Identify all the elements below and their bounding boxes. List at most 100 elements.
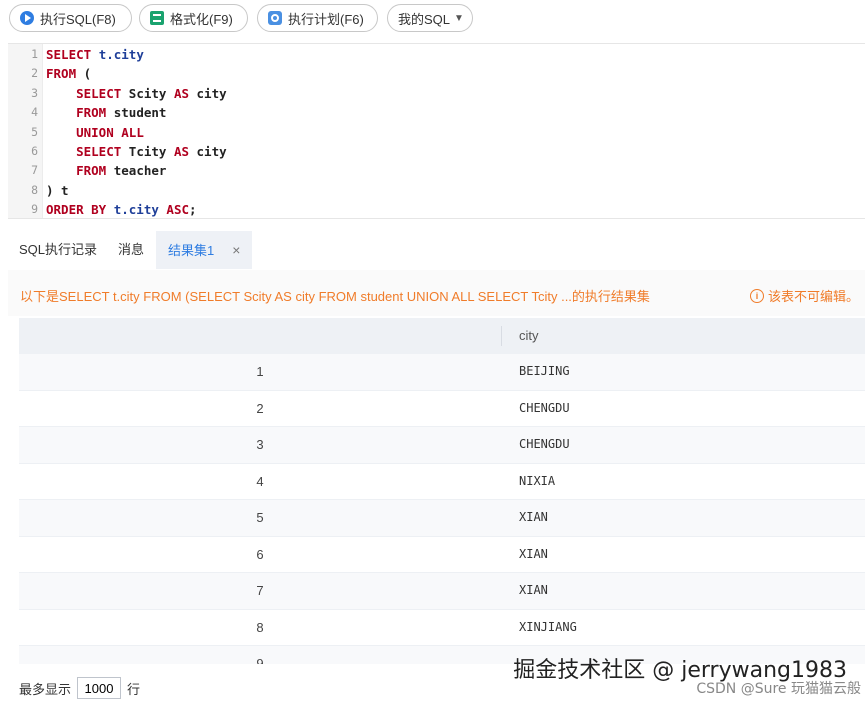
- code-token: FROM: [76, 105, 114, 121]
- code-token: city: [196, 85, 227, 101]
- code-token: SELECT: [76, 144, 129, 159]
- format-button[interactable]: 格式化(F9): [139, 4, 248, 32]
- row-number-cell: 3: [256, 437, 264, 452]
- code-line[interactable]: 8 ) t: [8, 181, 865, 200]
- tab-result-set-1[interactable]: 结果集1 ×: [156, 231, 253, 269]
- run-sql-button[interactable]: 执行SQL(F8): [9, 4, 132, 32]
- code-token: ) t: [46, 182, 69, 198]
- table-row[interactable]: 6 XIAN: [19, 537, 865, 573]
- code-text: ORDER BY t.city ASC;: [46, 200, 197, 219]
- line-number: 8: [31, 182, 38, 197]
- code-line[interactable]: 4 FROM student: [8, 103, 865, 122]
- city-cell[interactable]: XIAN: [519, 510, 548, 524]
- city-cell[interactable]: BEIJING: [519, 364, 570, 378]
- result-tabs: SQL执行记录 消息 结果集1 ×: [8, 231, 865, 269]
- line-number: 6: [31, 144, 38, 158]
- run-sql-label: 执行SQL(F8): [40, 11, 116, 27]
- readonly-text: 该表不可编辑。: [767, 289, 859, 304]
- code-token: ;: [189, 202, 197, 218]
- code-text: SELECT Scity AS city: [46, 84, 227, 103]
- code-token: ORDER BY: [46, 202, 114, 218]
- plan-icon: [268, 11, 282, 25]
- code-token: AS: [173, 144, 197, 159]
- code-text: FROM teacher: [46, 161, 166, 180]
- code-token: teacher: [113, 163, 167, 179]
- city-cell[interactable]: CHENGDU: [519, 437, 570, 451]
- table-row[interactable]: 3 CHENGDU: [19, 427, 865, 464]
- line-number: 5: [31, 124, 38, 139]
- city-cell[interactable]: NIXIA: [519, 474, 555, 488]
- city-cell[interactable]: XIAN: [519, 547, 548, 561]
- sql-editor[interactable]: 1 SELECT t.city 2 FROM (3 SELECT Scity AS c…: [8, 43, 865, 219]
- row-number-cell: 9: [256, 656, 264, 664]
- code-line[interactable]: 5 UNION ALL: [8, 123, 865, 142]
- row-number-cell: 7: [256, 583, 264, 598]
- row-number-cell: 2: [256, 400, 264, 416]
- code-line[interactable]: 7 FROM teacher: [8, 161, 865, 180]
- row-number-cell: 6: [256, 546, 264, 562]
- row-limit-bar: 最多显示 行: [19, 676, 140, 700]
- city-cell[interactable]: XINJIANG: [519, 620, 577, 634]
- result-grid[interactable]: city 1 BEIJING 2 CHENGDU 3 CHENGDU 4 NIXIA 5 XIAN…: [19, 318, 865, 664]
- row-number-cell: 4: [256, 473, 264, 489]
- explain-plan-label: 执行计划(F6): [288, 11, 364, 27]
- code-line[interactable]: 9 ORDER BY t.city ASC;: [8, 200, 865, 219]
- row-number-cell: 8: [256, 619, 264, 635]
- code-line[interactable]: 3 SELECT Scity AS city: [8, 84, 865, 103]
- code-text: ) t: [46, 181, 69, 200]
- readonly-notice: i 该表不可编辑。: [749, 286, 859, 305]
- code-line[interactable]: 6 SELECT Tcity AS city: [8, 142, 865, 161]
- format-label: 格式化(F9): [170, 11, 233, 27]
- watermark-sub: CSDN @Sure 玩猫猫云般: [696, 681, 861, 697]
- table-row[interactable]: 7 XIAN: [19, 573, 865, 610]
- format-icon: [150, 11, 164, 25]
- code-token: SELECT: [76, 85, 129, 101]
- table-row[interactable]: 8 XINJIANG: [19, 610, 865, 646]
- code-text: FROM (: [46, 64, 91, 83]
- close-icon[interactable]: ×: [232, 242, 240, 258]
- table-row[interactable]: 4 NIXIA: [19, 464, 865, 500]
- city-cell[interactable]: CHENGDU: [519, 401, 570, 415]
- row-limit-prefix: 最多显示: [19, 681, 72, 697]
- tab-result-label: 结果集1: [168, 243, 215, 258]
- line-number: 7: [31, 163, 38, 178]
- code-line[interactable]: 1 SELECT t.city: [8, 45, 865, 64]
- code-token: FROM: [46, 66, 84, 82]
- row-limit-input[interactable]: [77, 677, 122, 699]
- row-number-cell: 5: [256, 510, 264, 525]
- line-number: 2: [31, 66, 38, 81]
- code-token: AS: [173, 85, 197, 101]
- result-info-bar: 以下是SELECT t.city FROM (SELECT Scity AS c…: [8, 270, 865, 316]
- grid-header: city: [19, 318, 865, 354]
- explain-plan-button[interactable]: 执行计划(F6): [257, 4, 378, 32]
- line-number: 4: [31, 105, 38, 120]
- city-cell[interactable]: XIAN: [519, 583, 548, 597]
- code-line[interactable]: 2 FROM (: [8, 64, 865, 83]
- column-divider[interactable]: [501, 326, 502, 346]
- table-row[interactable]: 1 BEIJING: [19, 354, 865, 391]
- code-token: ASC: [166, 202, 189, 218]
- column-header-city[interactable]: city: [519, 328, 539, 343]
- row-limit-suffix: 行: [127, 681, 141, 697]
- my-sql-dropdown[interactable]: 我的SQL ▼: [387, 4, 473, 32]
- table-row[interactable]: 2 CHENGDU: [19, 391, 865, 427]
- table-row[interactable]: 5 XIAN: [19, 500, 865, 537]
- code-text: UNION ALL: [46, 123, 144, 142]
- line-number: 3: [31, 85, 38, 100]
- code-text: SELECT Tcity AS city: [46, 142, 227, 161]
- code-token: student: [113, 105, 167, 121]
- code-text: FROM student: [46, 103, 166, 122]
- code-text: SELECT t.city: [46, 45, 144, 64]
- toolbar: 执行SQL(F8) 格式化(F9) 执行计划(F6) 我的SQL ▼: [0, 0, 865, 40]
- chevron-down-icon: ▼: [454, 12, 464, 24]
- code-token: city: [196, 144, 227, 159]
- code-token: Scity: [128, 85, 174, 101]
- tab-sql-history[interactable]: SQL执行记录: [19, 231, 97, 269]
- tab-messages[interactable]: 消息: [118, 231, 144, 269]
- code-token: Tcity: [128, 144, 174, 159]
- code-token: t.city: [98, 47, 144, 62]
